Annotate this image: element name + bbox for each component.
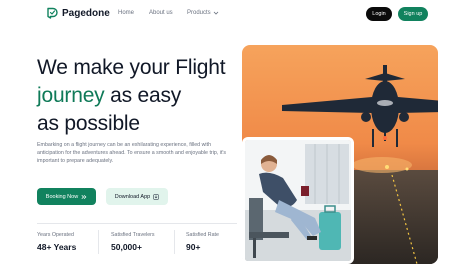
- pagedone-logo-icon: [47, 7, 58, 19]
- nav-link-products[interactable]: Products: [187, 10, 219, 16]
- stat-value: 90+: [186, 242, 201, 252]
- download-app-label: Download App: [114, 193, 151, 200]
- nav-link-about-us[interactable]: About us: [149, 10, 187, 16]
- stat-label: Years Operated: [37, 232, 74, 238]
- headline-accent-word: journey: [37, 84, 105, 107]
- brand-name: Pagedone: [62, 7, 110, 19]
- headline-line-2: journey as easy: [37, 82, 237, 110]
- login-button[interactable]: Login: [366, 7, 392, 21]
- stat-value: 48+ Years: [37, 242, 77, 252]
- brand-logo[interactable]: Pagedone: [46, 7, 110, 19]
- stat-label: Satisfied Travelers: [111, 232, 155, 238]
- hero-image-traveler: [242, 137, 354, 264]
- stat-separator: [98, 230, 99, 254]
- nav-links: Home About us Products: [118, 10, 219, 16]
- stat-separator: [174, 230, 175, 254]
- download-app-button[interactable]: Download App: [106, 188, 168, 205]
- hero-description: Embarking on a flight journey can be an …: [37, 142, 227, 165]
- headline-line-3: as possible: [37, 112, 140, 135]
- headline-line-2-rest: as easy: [104, 84, 182, 107]
- stats-divider-line: [37, 223, 237, 224]
- booking-now-label: Booking Now: [45, 193, 79, 200]
- navbar: Pagedone Home About us Products Login Si…: [0, 0, 474, 28]
- hero-headline: We make your Flight journey as easy as p…: [37, 54, 237, 138]
- nav-link-home[interactable]: Home: [118, 10, 149, 16]
- download-icon: [153, 193, 159, 200]
- stat-years-operated: Years Operated 48+ Years: [37, 232, 76, 252]
- headline-line-1: We make your Flight: [37, 56, 226, 79]
- nav-link-products-label: Products: [187, 10, 211, 16]
- chevron-down-icon: [213, 11, 218, 15]
- stat-value: 50,000+: [111, 242, 142, 252]
- double-chevron-right-icon: [81, 194, 87, 199]
- stat-label: Satisfied Rate: [186, 232, 219, 238]
- traveler-waiting-illustration: [245, 140, 351, 261]
- stat-satisfied-rate: Satisfied Rate 90+: [186, 232, 219, 252]
- booking-now-button[interactable]: Booking Now: [37, 188, 96, 205]
- stat-satisfied-travelers: Satisfied Travelers 50,000+: [111, 232, 155, 252]
- signup-button[interactable]: Sign up: [398, 7, 428, 21]
